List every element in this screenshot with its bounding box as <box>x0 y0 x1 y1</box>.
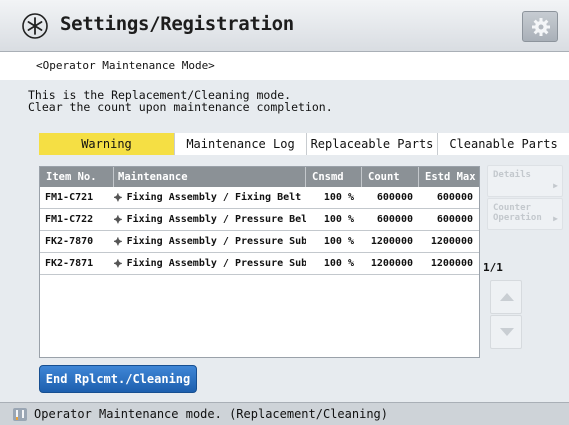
star-asterisk-icon <box>22 13 48 39</box>
column-header-count: Count <box>362 167 419 187</box>
row-maintenance: Fixing Assembly / Pressure Belt U <box>126 214 306 225</box>
wrench-icon: ⯌ <box>114 190 123 204</box>
tab-maintenance-log[interactable]: Maintenance Log <box>175 133 307 155</box>
row-estd-max: 600000 <box>436 192 473 203</box>
row-count: 600000 <box>376 214 413 225</box>
row-item-no: FM1-C722 <box>45 214 94 225</box>
row-cnsmd: 100 % <box>323 258 354 269</box>
row-count: 1200000 <box>370 258 413 269</box>
arrow-down-icon <box>500 328 514 336</box>
wrench-icon: ⯌ <box>114 212 123 226</box>
column-header-item-no: Item No. <box>40 167 114 187</box>
counter-operation-button[interactable]: Counter Operation ▶ <box>487 198 563 230</box>
row-count: 1200000 <box>370 236 413 247</box>
page-title: Settings/Registration <box>60 13 294 35</box>
tab-warning[interactable]: Warning <box>39 133 175 155</box>
table-row[interactable]: FM1-C722 ⯌ Fixing Assembly / Pressure Bel… <box>40 209 479 231</box>
end-replacement-cleaning-button[interactable]: End Rplcmt./Cleaning <box>39 365 197 393</box>
column-header-maintenance: Maintenance <box>114 167 306 187</box>
main-content: This is the Replacement/Cleaning mode. C… <box>0 80 569 370</box>
row-estd-max: 1200000 <box>430 258 473 269</box>
counter-label: Counter <box>493 203 531 213</box>
row-cnsmd: 100 % <box>323 214 354 225</box>
status-text: Operator Maintenance mode. (Replacement/… <box>34 407 389 421</box>
settings-button[interactable] <box>522 11 558 42</box>
row-estd-max: 1200000 <box>430 236 473 247</box>
table-row[interactable]: FM1-C721 ⯌ Fixing Assembly / Fixing Belt … <box>40 187 479 209</box>
row-count: 600000 <box>376 192 413 203</box>
tab-cleanable-parts[interactable]: Cleanable Parts <box>438 133 569 155</box>
column-header-cnsmd: Cnsmd <box>306 167 362 187</box>
row-maintenance: Fixing Assembly / Pressure Sub Th <box>126 258 306 269</box>
row-cnsmd: 100 % <box>323 236 354 247</box>
row-estd-max: 600000 <box>436 214 473 225</box>
mode-label: <Operator Maintenance Mode> <box>0 53 569 79</box>
wrench-icon: ⯌ <box>114 234 123 248</box>
description-text: This is the Replacement/Cleaning mode. C… <box>28 88 333 114</box>
scroll-up-button[interactable] <box>490 280 522 314</box>
maintenance-table: Item No. Maintenance Cnsmd Count Estd Ma… <box>39 166 480 358</box>
scroll-down-button[interactable] <box>490 315 522 349</box>
row-item-no: FK2-7871 <box>45 258 94 269</box>
status-bar: Operator Maintenance mode. (Replacement/… <box>0 402 569 425</box>
arrow-up-icon <box>500 293 514 301</box>
tab-replaceable-parts[interactable]: Replaceable Parts <box>307 133 438 155</box>
column-header-estd-max: Estd Max <box>425 171 476 183</box>
operation-label: Operation <box>493 213 542 223</box>
table-header: Item No. Maintenance Cnsmd Count Estd Ma… <box>40 167 479 187</box>
row-cnsmd: 100 % <box>323 192 354 203</box>
tab-bar: Warning Maintenance Log Replaceable Part… <box>39 133 569 155</box>
table-row[interactable]: FK2-7871 ⯌ Fixing Assembly / Pressure Sub… <box>40 253 479 275</box>
wrench-icon <box>13 408 27 421</box>
wrench-icon: ⯌ <box>114 256 123 270</box>
title-bar: Settings/Registration <box>0 0 569 52</box>
details-label: Details <box>493 170 531 180</box>
table-row[interactable]: FK2-7870 ⯌ Fixing Assembly / Pressure Sub… <box>40 231 479 253</box>
details-button[interactable]: Details ▶ <box>487 165 563 197</box>
row-item-no: FM1-C721 <box>45 192 94 203</box>
row-maintenance: Fixing Assembly / Fixing Belt Uni <box>126 192 306 203</box>
gear-icon <box>532 18 550 36</box>
row-item-no: FK2-7870 <box>45 236 94 247</box>
row-maintenance: Fixing Assembly / Pressure Sub Th <box>126 236 306 247</box>
chevron-right-icon: ▶ <box>553 214 558 223</box>
chevron-right-icon: ▶ <box>553 181 558 190</box>
page-indicator: 1/1 <box>483 261 503 274</box>
